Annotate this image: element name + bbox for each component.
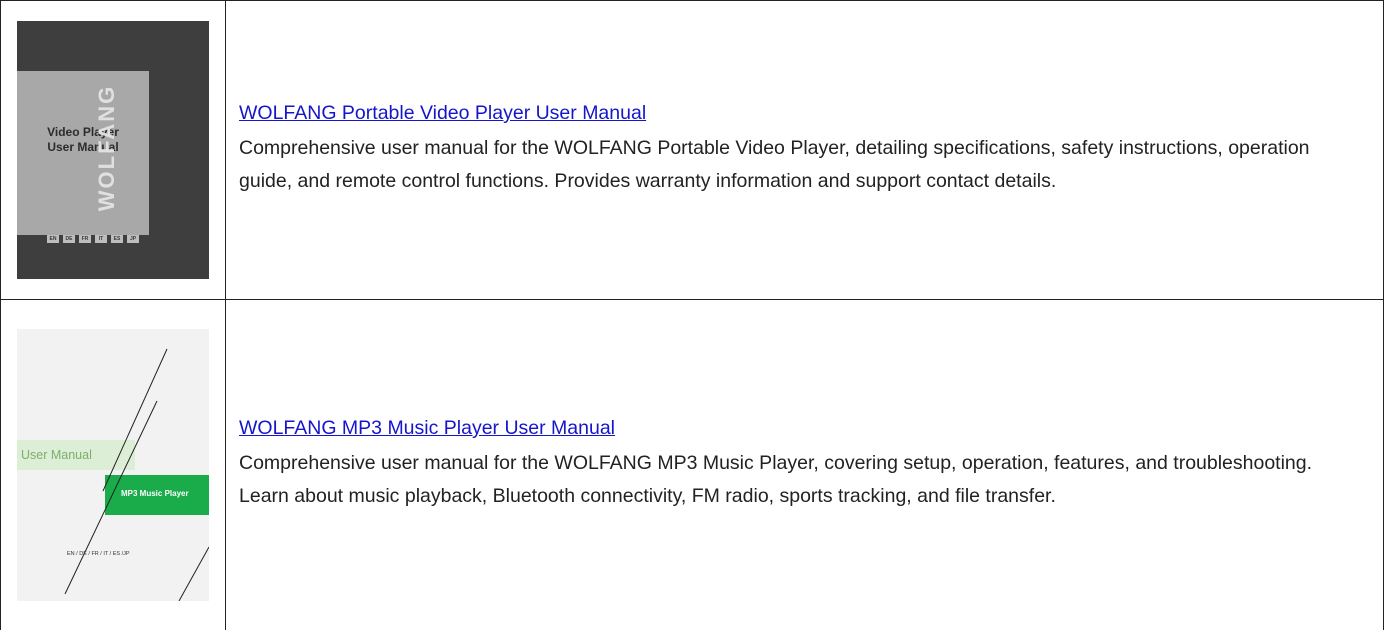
video-player-manual-link[interactable]: WOLFANG Portable Video Player User Manua… — [239, 102, 646, 125]
diagonal-line — [103, 349, 167, 491]
language-badge: ES — [111, 235, 123, 243]
entry-text-cell: WOLFANG Portable Video Player User Manua… — [226, 1, 1384, 300]
thumbnail-cell: Video Player User Manual WOLFANG EN DE F… — [1, 1, 226, 300]
cover-title-line1: Video Player — [17, 125, 149, 140]
cover-diagonal-lines — [17, 329, 209, 601]
language-badges: EN DE FR IT ES JP — [47, 235, 139, 243]
cover-panel: Video Player User Manual — [17, 71, 149, 235]
table-row: Video Player User Manual WOLFANG EN DE F… — [1, 1, 1384, 300]
language-badge: FR — [79, 235, 91, 243]
language-badge: JP — [127, 235, 139, 243]
table-row: User Manual MP3 Music Player EN / DE / F… — [1, 300, 1384, 630]
brand-logo: WOLFANG — [94, 83, 120, 213]
manual-list-table: Video Player User Manual WOLFANG EN DE F… — [0, 0, 1384, 630]
language-badge: EN — [47, 235, 59, 243]
thumbnail-cell: User Manual MP3 Music Player EN / DE / F… — [1, 300, 226, 630]
entry-description: Comprehensive user manual for the WOLFAN… — [239, 447, 1363, 513]
mp3-player-manual-cover[interactable]: User Manual MP3 Music Player EN / DE / F… — [17, 329, 209, 601]
entry-text-cell: WOLFANG MP3 Music Player User Manual Com… — [226, 300, 1384, 630]
diagonal-line — [65, 401, 157, 594]
language-badge: DE — [63, 235, 75, 243]
video-player-manual-cover[interactable]: Video Player User Manual WOLFANG EN DE F… — [17, 21, 209, 279]
cover-title-line2: User Manual — [17, 140, 149, 155]
mp3-player-manual-link[interactable]: WOLFANG MP3 Music Player User Manual — [239, 417, 615, 440]
language-badge: IT — [95, 235, 107, 243]
entry-description: Comprehensive user manual for the WOLFAN… — [239, 132, 1363, 198]
cover-languages: EN / DE / FR / IT / ES /JP — [67, 551, 130, 557]
diagonal-line — [179, 547, 209, 601]
cover-title: Video Player User Manual — [17, 125, 149, 155]
